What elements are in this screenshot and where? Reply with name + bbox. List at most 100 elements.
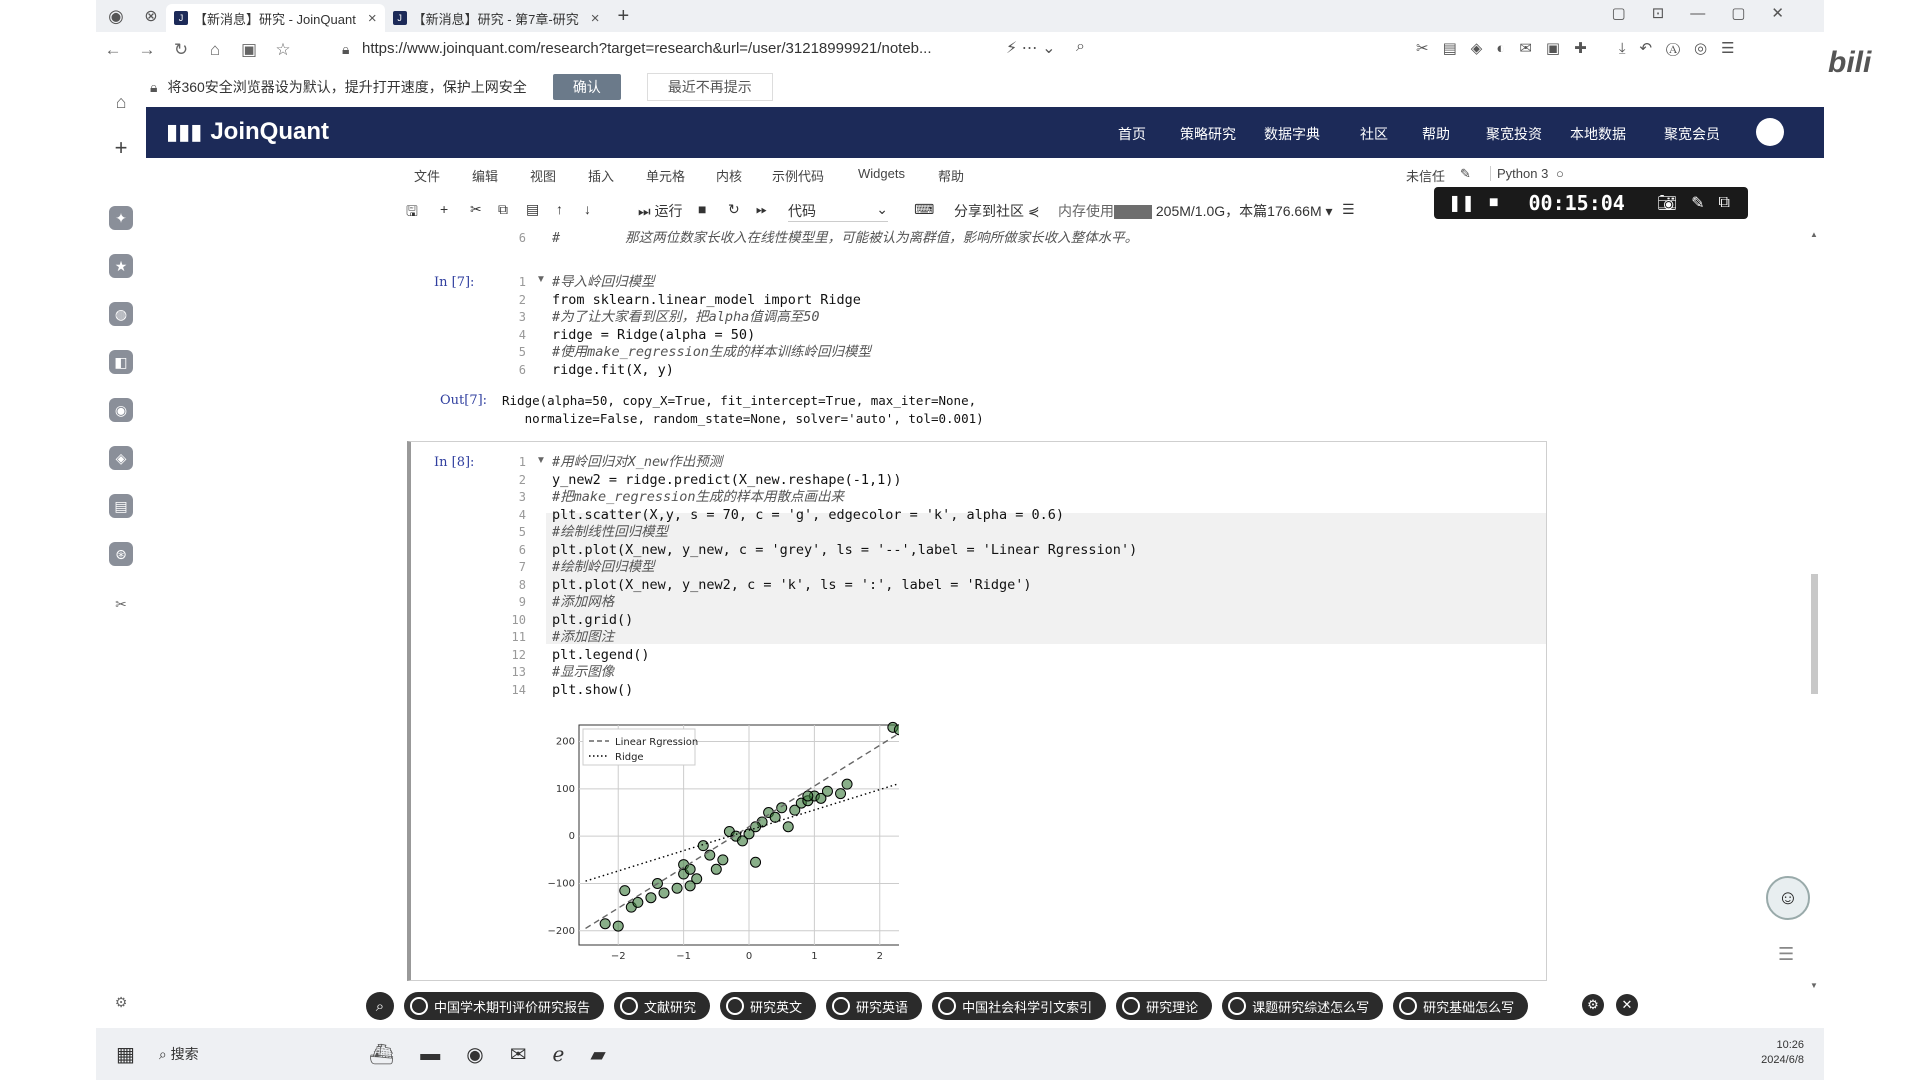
tab-research[interactable]: J 【新消息】研究 - JoinQuant ×	[166, 4, 385, 32]
nav-home[interactable]: 首页	[1118, 124, 1146, 144]
ie-icon[interactable]: ℯ	[553, 1042, 565, 1067]
pause-icon[interactable]: ❚❚	[1448, 193, 1475, 213]
favorites-icon[interactable]: ☆	[266, 40, 300, 60]
start-icon[interactable]: ▦	[116, 1042, 135, 1067]
nav-local-data[interactable]: 本地数据	[1570, 124, 1626, 144]
trust-indicator[interactable]: 未信任	[1406, 166, 1445, 185]
star-icon[interactable]: ★	[109, 254, 133, 278]
avatar[interactable]	[1756, 118, 1784, 146]
scissors-icon[interactable]: ✂	[109, 592, 133, 616]
memory-usage[interactable]: 205M/1.0G，本篇176.66M ▾	[1114, 201, 1333, 221]
suggestion-tag[interactable]: 研究基础怎么写	[1393, 992, 1529, 1020]
stop-icon[interactable]: ■	[1489, 194, 1499, 212]
app-icon[interactable]: ⛴	[369, 1042, 394, 1067]
x-tick-label: 0	[746, 951, 752, 962]
search-icon[interactable]: ⌕	[366, 992, 394, 1020]
app-icon[interactable]: ◈	[109, 446, 133, 470]
settings-icon[interactable]: ⚙	[1582, 994, 1604, 1016]
app-icon[interactable]: ◉	[109, 398, 133, 422]
url-field[interactable]: https://www.joinquant.com/research?targe…	[362, 40, 932, 57]
reload-icon[interactable]: ↻	[164, 40, 198, 60]
keyboard-icon[interactable]: ⌨	[914, 201, 934, 218]
share-button[interactable]: 分享到社区 ⋞	[954, 201, 1040, 221]
suggestion-tag[interactable]: 中国学术期刊评价研究报告	[404, 992, 605, 1020]
infobar-dismiss-button[interactable]: 最近不再提示	[646, 73, 773, 101]
window-icon[interactable]: ⧉	[1719, 194, 1730, 212]
assistant-icon[interactable]: ☺	[1766, 876, 1810, 920]
nav-help[interactable]: 帮助	[1422, 124, 1450, 144]
menu-help[interactable]: 帮助	[938, 166, 964, 185]
nav-community[interactable]: 社区	[1360, 124, 1388, 144]
nav-strategy[interactable]: 策略研究	[1180, 124, 1236, 144]
close-icon[interactable]: ×	[591, 10, 600, 27]
tab-chapter7[interactable]: J 【新消息】研究 - 第7章-研究 ×	[385, 4, 608, 32]
menu-edit[interactable]: 编辑	[472, 166, 498, 185]
search-icon[interactable]: ⌕	[1076, 38, 1085, 56]
scrollbar[interactable]: ▲ ▼	[1808, 230, 1820, 990]
menu-widgets[interactable]: Widgets	[858, 166, 905, 181]
close-icon[interactable]: ×	[368, 10, 377, 27]
mail-icon[interactable]: ✉	[510, 1042, 527, 1067]
suggestion-tag[interactable]: 研究理论	[1116, 992, 1213, 1020]
outline-icon[interactable]: ☰	[1778, 944, 1794, 965]
nav-data-dictionary[interactable]: 数据字典	[1264, 124, 1320, 144]
app-icon[interactable]: ⊛	[109, 542, 133, 566]
suggestion-tag[interactable]: 研究英语	[826, 992, 923, 1020]
edit-icon[interactable]: ✎	[1460, 166, 1471, 182]
browser-logo-icon[interactable]: ◉	[96, 6, 136, 27]
nav-invest[interactable]: 聚宽投资	[1486, 124, 1542, 144]
move-down-icon[interactable]: ↓	[584, 201, 591, 217]
menu-view[interactable]: 视图	[530, 166, 556, 185]
pen-icon[interactable]: ✎	[1691, 193, 1704, 213]
browser-icon[interactable]: ◉	[466, 1042, 483, 1067]
app-icon[interactable]: ▬	[420, 1043, 440, 1066]
menu-file[interactable]: 文件	[414, 166, 440, 185]
camera-icon[interactable]: 📷︎	[1657, 193, 1677, 213]
paste-icon[interactable]: ▤	[526, 201, 539, 218]
extension-icon[interactable]: ▣	[232, 40, 266, 60]
forward-icon[interactable]: →	[130, 40, 164, 60]
menu-insert[interactable]: 插入	[588, 166, 614, 185]
scroll-down-icon[interactable]: ▼	[1810, 981, 1818, 990]
run-button[interactable]: ⏭︎ 运行	[638, 201, 683, 221]
back-icon[interactable]: ←	[96, 40, 130, 60]
app-icon[interactable]: ✦	[109, 206, 133, 230]
home-icon[interactable]: ⌂	[109, 90, 133, 114]
new-tab-icon[interactable]: +	[617, 5, 629, 28]
infobar-confirm-button[interactable]: 确认	[552, 74, 621, 100]
suggestion-tag[interactable]: 中国社会科学引文索引	[932, 992, 1107, 1020]
taskbar-search[interactable]: ⌕ 搜索	[159, 1044, 309, 1064]
stop-icon[interactable]: ■	[698, 201, 706, 217]
suggestion-tag[interactable]: 研究英文	[720, 992, 817, 1020]
close-icon[interactable]: ✕	[1616, 994, 1638, 1016]
cut-icon[interactable]: ✂	[470, 201, 482, 218]
nav-membership[interactable]: 聚宽会员	[1664, 124, 1720, 144]
tab-menu-icon[interactable]: ⊗	[136, 6, 166, 26]
code-cell-7[interactable]: 1 #导入岭回归模型 2 from sklearn.linear_model impo…	[506, 274, 1546, 386]
suggestion-tag[interactable]: 文献研究	[614, 992, 711, 1020]
scrollbar-thumb[interactable]	[1811, 574, 1818, 694]
copy-icon[interactable]: ⧉	[498, 201, 508, 218]
folder-icon[interactable]: ▰	[590, 1042, 605, 1067]
menu-kernel[interactable]: 内核	[716, 166, 742, 185]
more-icon[interactable]: ⚡ ⋯ ⌄	[1006, 38, 1056, 58]
app-icon[interactable]: ◍	[109, 302, 133, 326]
menu-examples[interactable]: 示例代码	[772, 166, 824, 185]
save-icon[interactable]: 🖫︎	[406, 201, 418, 225]
list-icon[interactable]: ☰	[1342, 201, 1355, 218]
move-up-icon[interactable]: ↑	[556, 201, 563, 217]
add-icon[interactable]: +	[109, 135, 133, 160]
cell-type-select[interactable]: 代码 ⌄	[788, 201, 888, 222]
app-icon[interactable]: ▤	[109, 494, 133, 518]
settings-icon[interactable]: ⚙	[109, 990, 133, 1014]
add-cell-icon[interactable]: +	[440, 201, 448, 217]
scroll-up-icon[interactable]: ▲	[1810, 230, 1818, 239]
logo[interactable]: ▮▮▮ JoinQuant	[166, 118, 329, 146]
restart-icon[interactable]: ↻	[728, 201, 740, 218]
app-icon[interactable]: ◧	[109, 350, 133, 374]
menu-cell[interactable]: 单元格	[646, 166, 685, 185]
clock[interactable]: 10:26 2024/6/8	[1761, 1038, 1804, 1068]
suggestion-tag[interactable]: 课题研究综述怎么写	[1222, 992, 1384, 1020]
home-icon[interactable]: ⌂	[198, 40, 232, 60]
fast-forward-icon[interactable]: ⏩︎	[756, 201, 767, 218]
